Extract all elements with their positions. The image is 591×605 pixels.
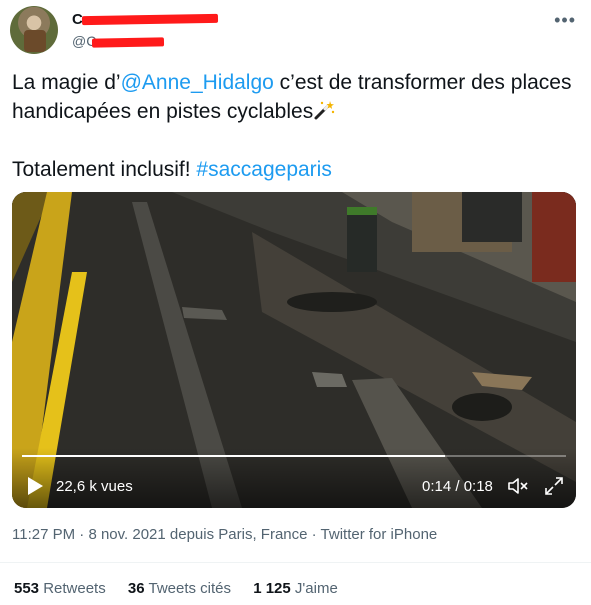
video-time: 0:14 / 0:18 bbox=[422, 478, 493, 495]
tweet-date[interactable]: 8 nov. 2021 bbox=[88, 526, 165, 543]
tweet-text-line2: Totalement inclusif! bbox=[12, 158, 197, 181]
likes-label: J'aime bbox=[290, 580, 338, 597]
mention-link[interactable]: @Anne_Hidalgo bbox=[121, 71, 274, 94]
muted-speaker-icon[interactable] bbox=[507, 476, 529, 496]
divider bbox=[0, 562, 591, 563]
fullscreen-icon[interactable] bbox=[544, 476, 564, 496]
quotes-label: Tweets cités bbox=[144, 580, 232, 597]
tweet-source[interactable]: Twitter for iPhone bbox=[321, 526, 438, 543]
avatar[interactable] bbox=[10, 6, 58, 54]
tweet-metadata: 11:27 PM · 8 nov. 2021 depuis Paris, Fra… bbox=[12, 526, 437, 543]
video-view-count: 22,6 k vues bbox=[56, 478, 133, 495]
retweets-stat[interactable]: 553 Retweets bbox=[14, 580, 106, 597]
redaction-mark bbox=[91, 37, 165, 48]
hashtag-link[interactable]: #saccageparis bbox=[196, 158, 331, 181]
retweets-label: Retweets bbox=[39, 580, 106, 597]
tweet-text-prefix: La magie d’ bbox=[12, 71, 121, 94]
retweets-count: 553 bbox=[14, 580, 40, 597]
meta-separator: · bbox=[307, 526, 321, 543]
tweet-text: La magie d’@Anne_Hidalgo c’est de transf… bbox=[12, 68, 572, 184]
tweet-location[interactable]: depuis Paris, France bbox=[166, 526, 308, 543]
redaction-mark bbox=[81, 13, 219, 26]
quotes-count: 36 bbox=[127, 580, 145, 597]
video-player[interactable]: 22,6 k vues 0:14 / 0:18 bbox=[12, 192, 576, 508]
tweet-time[interactable]: 11:27 PM bbox=[12, 526, 75, 543]
tweet-header: C @C ••• bbox=[10, 6, 582, 56]
video-progress-fill bbox=[22, 455, 446, 457]
play-icon[interactable] bbox=[26, 476, 44, 496]
magic-wand-emoji-icon bbox=[314, 101, 335, 120]
likes-stat[interactable]: 1 125 J'aime bbox=[253, 580, 338, 597]
quote-tweets-stat[interactable]: 36 Tweets cités bbox=[128, 580, 231, 597]
meta-separator: · bbox=[75, 526, 89, 543]
more-options-icon[interactable]: ••• bbox=[554, 10, 576, 31]
engagement-stats: 553 Retweets 36 Tweets cités 1 125 J'aim… bbox=[14, 580, 356, 597]
video-progress-bar[interactable] bbox=[22, 455, 566, 457]
likes-count: 1 125 bbox=[253, 580, 291, 597]
